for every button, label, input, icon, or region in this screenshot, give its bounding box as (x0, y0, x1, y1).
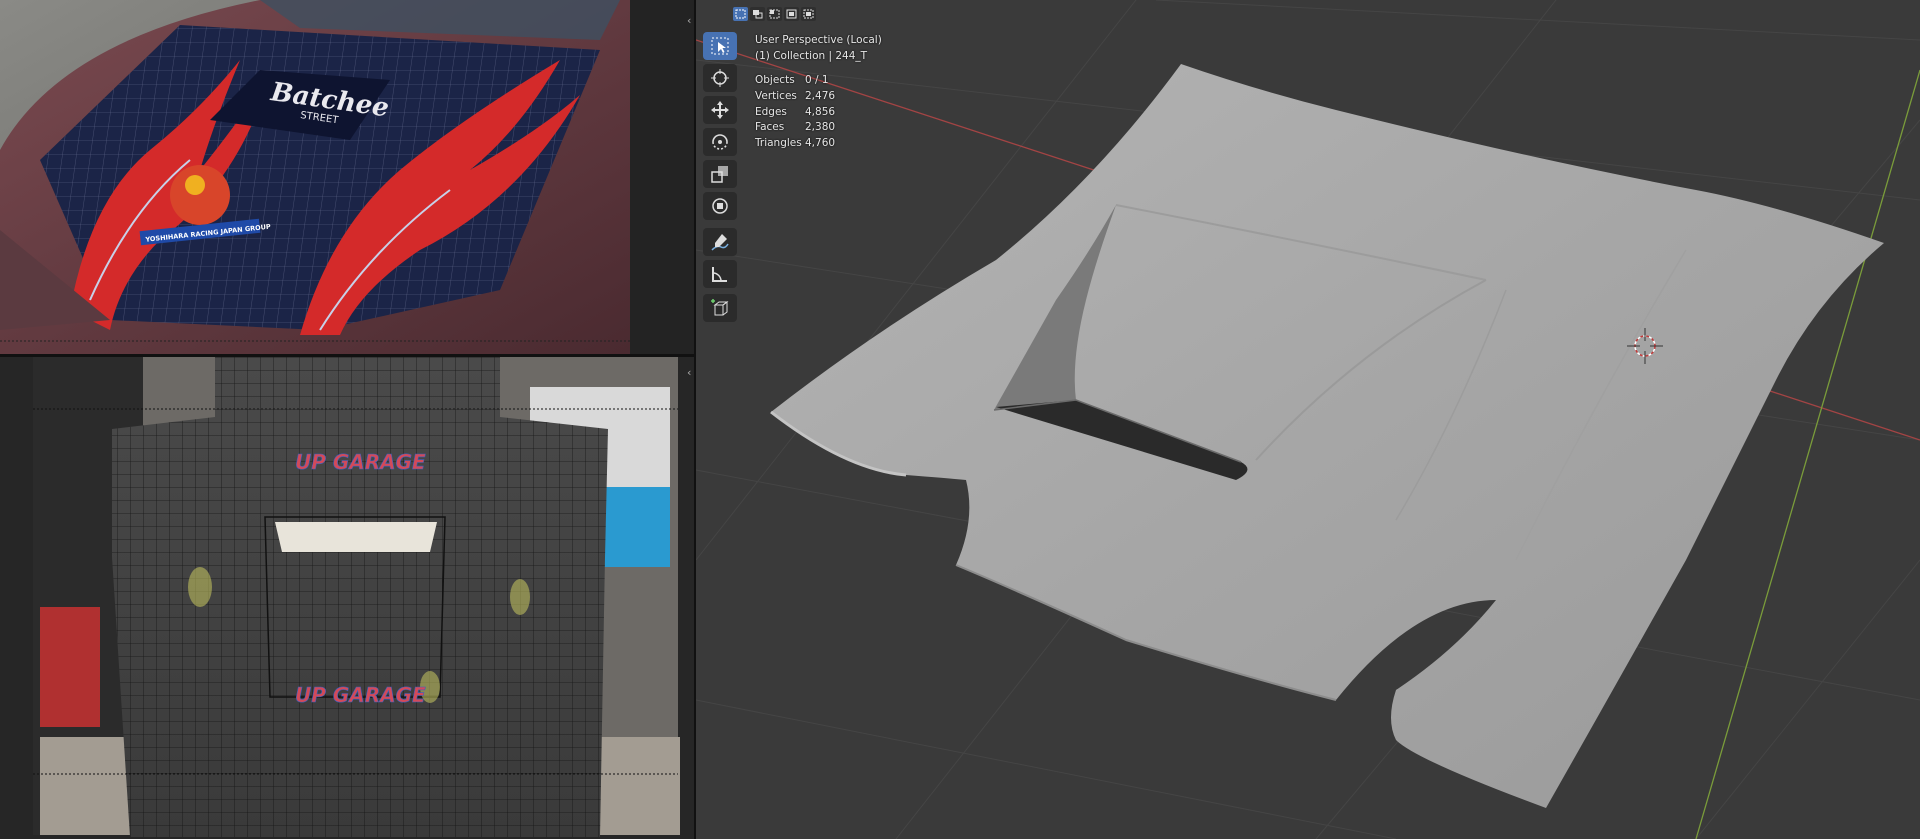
stat-label: Faces (755, 121, 785, 134)
stat-row: Edges 4,856 (755, 105, 835, 121)
stat-label: Vertices (755, 89, 797, 102)
stat-label: Triangles (755, 137, 802, 150)
stat-row: Faces 2,380 (755, 120, 835, 136)
stat-label: Edges (755, 105, 787, 118)
select-new-icon[interactable] (733, 7, 748, 21)
select-extend-icon[interactable] (750, 7, 765, 21)
move-tool-icon[interactable] (703, 96, 737, 124)
stat-value: 2,476 (805, 89, 836, 102)
stat-row: Objects 0 / 1 (755, 73, 835, 89)
selection-mode-buttons (733, 7, 816, 23)
perspective-label: User Perspective (Local) (755, 34, 882, 46)
collection-label: (1) Collection | 244_T (755, 50, 868, 62)
collapse-arrow-icon[interactable]: ‹ (687, 15, 691, 26)
viewport-scene (696, 0, 1920, 839)
area-splitter-horizontal[interactable] (0, 354, 694, 357)
measure-tool-icon[interactable] (703, 260, 737, 288)
watermark-1: UP GARAGE (295, 450, 426, 474)
cursor-tool-icon[interactable] (703, 64, 737, 92)
add-cube-tool-icon[interactable] (703, 294, 737, 322)
scale-tool-icon[interactable] (703, 160, 737, 188)
watermark-2: UP GARAGE (295, 683, 426, 707)
transform-tool-icon[interactable] (703, 192, 737, 220)
car-hood-photo: Batchee STREET YOSHIHARA RACING JAPAN GR… (0, 0, 630, 355)
scene-statistics: Objects 0 / 1 Vertices 2,476 Edges 4,856 Fa… (755, 73, 835, 152)
3d-viewport[interactable] (696, 0, 1920, 839)
select-subtract-icon[interactable] (767, 7, 782, 21)
stat-value: 4,856 (805, 105, 836, 118)
viewport-info: User Perspective (Local) (1) Collection … (755, 32, 882, 64)
stat-row: Triangles 4,760 (755, 136, 835, 152)
tool-shelf (703, 32, 739, 322)
select-invert-icon[interactable] (784, 7, 799, 21)
collapse-arrow-icon[interactable]: ‹ (687, 367, 691, 378)
annotate-tool-icon[interactable] (703, 228, 737, 256)
hood-mesh-model[interactable] (770, 64, 1884, 808)
rotate-tool-icon[interactable] (703, 128, 737, 156)
select-intersect-icon[interactable] (801, 7, 816, 21)
select-box-tool-icon[interactable] (703, 32, 737, 60)
reference-image-bottom: UP GARAGE UP GARAGE (0, 357, 694, 839)
stat-label: Objects (755, 74, 795, 86)
stat-value: 2,380 (805, 121, 836, 134)
garage-hood-photo: UP GARAGE UP GARAGE (0, 357, 694, 839)
stat-value: 4,760 (805, 137, 836, 150)
reference-image-top: Batchee STREET YOSHIHARA RACING JAPAN GR… (0, 0, 630, 355)
stat-row: Vertices 2,476 (755, 89, 835, 105)
stat-value: 0 / 1 (805, 74, 829, 86)
